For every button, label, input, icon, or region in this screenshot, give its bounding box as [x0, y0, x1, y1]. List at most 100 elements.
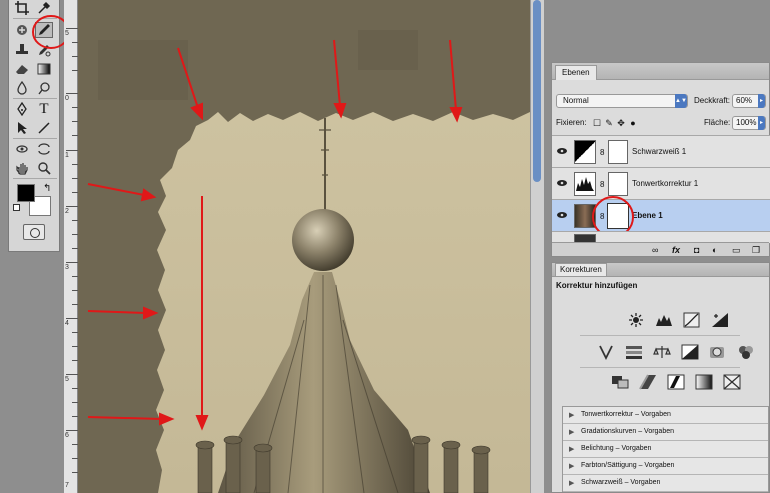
- preset-row[interactable]: ▶ Farbton/Sättigung – Vorgaben: [563, 458, 768, 475]
- color-balance-icon[interactable]: [652, 343, 672, 361]
- histogram-icon: [576, 177, 594, 191]
- layer-style-icon[interactable]: fx: [672, 245, 680, 255]
- layer-row[interactable]: 8 Tonwertkorrektur 1: [552, 167, 770, 199]
- preset-label: Gradationskurven – Vorgaben: [581, 428, 675, 435]
- layer-name: Tonwertkorrektur 1: [632, 179, 699, 188]
- crop-icon[interactable]: [13, 0, 31, 16]
- lock-pixels-icon[interactable]: ✎: [604, 118, 614, 128]
- ruler-label: 5: [65, 30, 69, 37]
- layer-row-selected[interactable]: 8 Ebene 1: [552, 196, 770, 238]
- disclosure-triangle-icon: ▶: [569, 446, 575, 453]
- eye-icon[interactable]: [557, 211, 567, 219]
- invert-icon[interactable]: [610, 373, 630, 391]
- photo-filter-icon[interactable]: [708, 343, 728, 361]
- disclosure-triangle-icon: ▶: [569, 480, 575, 487]
- path-select-icon[interactable]: [13, 120, 31, 136]
- line-icon[interactable]: [35, 120, 53, 136]
- threshold-icon[interactable]: [666, 373, 686, 391]
- curves-icon[interactable]: [682, 311, 702, 329]
- new-group-icon[interactable]: ▭: [732, 245, 741, 255]
- preset-label: Tonwertkorrektur – Vorgaben: [581, 411, 671, 418]
- hand-icon[interactable]: [13, 160, 31, 176]
- preset-row[interactable]: ▶ Schwarzweiß – Vorgaben: [563, 475, 768, 492]
- add-mask-icon[interactable]: ◘: [694, 245, 699, 255]
- fill-arrow-icon: ▸: [758, 116, 765, 130]
- lock-position-icon[interactable]: ✥: [616, 118, 626, 128]
- layers-footer: ∞ fx ◘ ◐ ▭ ❐: [552, 242, 769, 256]
- vibrance-icon[interactable]: [596, 343, 616, 361]
- eye-icon[interactable]: [557, 179, 567, 187]
- dodge-icon[interactable]: [35, 80, 53, 96]
- channel-mixer-icon[interactable]: [736, 343, 756, 361]
- gradient-map-icon[interactable]: [694, 373, 714, 391]
- blur-icon[interactable]: [13, 80, 31, 96]
- adjustments-tab[interactable]: Korrekturen: [555, 263, 607, 276]
- lock-transparency-icon[interactable]: ☐: [592, 118, 602, 128]
- ruler-label: 0: [65, 95, 69, 102]
- ruler-label: 1: [65, 152, 69, 159]
- preset-label: Farbton/Sättigung – Vorgaben: [581, 462, 675, 469]
- vertical-scrollbar[interactable]: [530, 0, 544, 493]
- ruler-label: 6: [65, 432, 69, 439]
- adjustments-tabbar: Korrekturen: [552, 263, 769, 277]
- disclosure-triangle-icon: ▶: [569, 463, 575, 470]
- type-icon[interactable]: T: [35, 101, 53, 117]
- adjustments-panel: Korrekturen Korrektur hinzufügen ▶ Tonwe…: [551, 262, 770, 493]
- levels-icon[interactable]: [654, 311, 674, 329]
- mask-thumbnail: [608, 172, 628, 196]
- blend-mode-select[interactable]: Normal ▲▼: [556, 94, 688, 108]
- opacity-field[interactable]: 60% ▸: [732, 94, 766, 108]
- black-white-icon[interactable]: [680, 343, 700, 361]
- layer-row[interactable]: 8 Schwarzweiß 1: [552, 135, 770, 167]
- lock-label: Fixieren:: [556, 118, 587, 127]
- fill-field[interactable]: 100% ▸: [732, 116, 766, 130]
- chevron-down-icon: ▲▼: [675, 94, 687, 108]
- lock-row: Fixieren: ☐ ✎ ✥ ● Fläche: 100% ▸: [556, 116, 766, 132]
- swap-colors-icon[interactable]: ↰: [43, 183, 51, 194]
- link-icon: 8: [600, 180, 605, 189]
- document-canvas[interactable]: [78, 0, 530, 493]
- tools-divider: [13, 98, 57, 99]
- layers-tab[interactable]: Ebenen: [555, 65, 597, 80]
- preset-row[interactable]: ▶ Tonwertkorrektur – Vorgaben: [563, 407, 768, 424]
- tools-divider: [13, 178, 57, 179]
- quick-mask-button[interactable]: [23, 224, 45, 240]
- adjustment-thumbnail: [574, 172, 596, 196]
- zoom-icon[interactable]: [35, 160, 53, 176]
- 3d-rotate-icon[interactable]: [13, 141, 31, 157]
- fill-label: Fläche:: [704, 118, 731, 127]
- eye-icon[interactable]: [557, 147, 567, 155]
- preset-row[interactable]: ▶ Belichtung – Vorgaben: [563, 441, 768, 458]
- tools-divider: [13, 138, 57, 139]
- foreground-color-swatch[interactable]: [17, 184, 35, 202]
- adjustment-thumbnail: [574, 140, 596, 164]
- ruler-label: 2: [65, 208, 69, 215]
- blend-mode-value: Normal: [563, 96, 589, 105]
- healing-brush-icon[interactable]: [13, 22, 31, 38]
- pen-icon[interactable]: [13, 101, 31, 117]
- mask-thumbnail: [608, 140, 628, 164]
- ruler-label: 3: [65, 264, 69, 271]
- preset-row[interactable]: ▶ Gradationskurven – Vorgaben: [563, 424, 768, 441]
- scrollbar-thumb[interactable]: [533, 0, 541, 182]
- blend-row: Normal ▲▼ Deckkraft: 60% ▸: [556, 94, 766, 110]
- adjustments-divider: [580, 335, 740, 336]
- stamp-icon[interactable]: [13, 42, 31, 58]
- lock-all-icon[interactable]: ●: [628, 118, 638, 128]
- hue-saturation-icon[interactable]: [624, 343, 644, 361]
- posterize-icon[interactable]: [638, 373, 658, 391]
- layers-panel: Ebenen Normal ▲▼ Deckkraft: 60% ▸ Fixier…: [551, 62, 770, 257]
- new-layer-icon[interactable]: ❐: [752, 245, 760, 255]
- new-adjustment-icon[interactable]: ◐: [712, 245, 717, 255]
- exposure-icon[interactable]: [710, 311, 730, 329]
- opacity-arrow-icon: ▸: [758, 94, 765, 108]
- selective-color-icon[interactable]: [722, 373, 742, 391]
- brightness-icon[interactable]: [626, 311, 646, 329]
- layer-name: Schwarzweiß 1: [632, 147, 687, 156]
- eraser-icon[interactable]: [13, 61, 31, 77]
- default-colors-icon[interactable]: [13, 204, 20, 211]
- 3d-orbit-icon[interactable]: [35, 141, 53, 157]
- adjustments-subtitle: Korrektur hinzufügen: [556, 281, 638, 290]
- link-layers-icon[interactable]: ∞: [652, 245, 658, 255]
- gradient-icon[interactable]: [35, 61, 53, 77]
